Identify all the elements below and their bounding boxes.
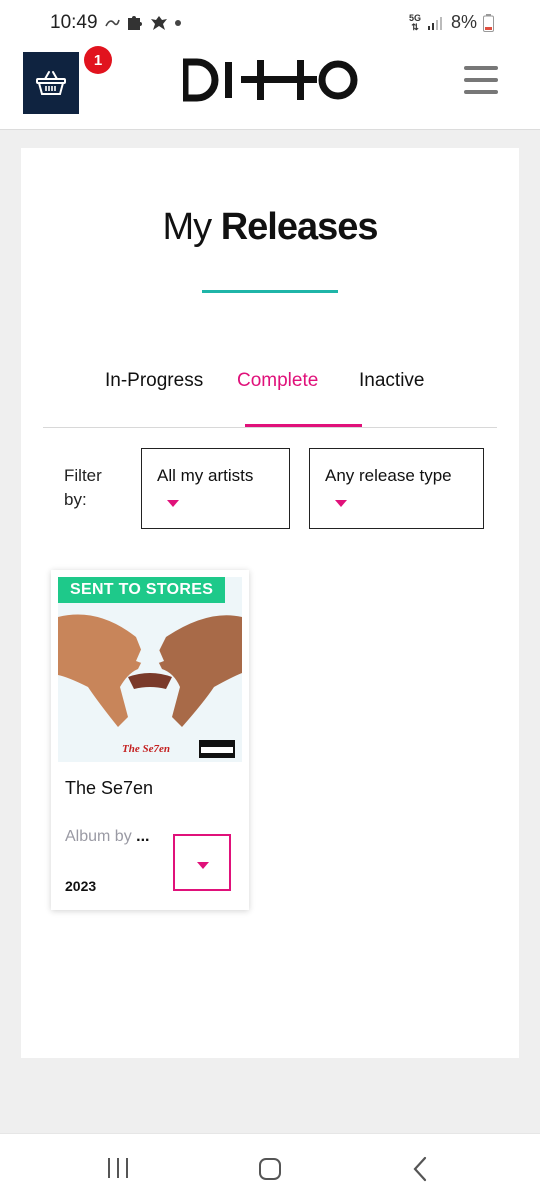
- svg-text:The Se7en: The Se7en: [122, 743, 170, 755]
- title-light: My: [162, 206, 212, 248]
- album-artwork: The Se7en: [58, 577, 242, 762]
- recent-line-icon: [117, 1158, 119, 1178]
- release-options-button[interactable]: [173, 834, 231, 891]
- album-art-image: The Se7en: [58, 577, 242, 762]
- cart-button[interactable]: 1: [23, 46, 112, 114]
- home-button[interactable]: [259, 1158, 281, 1180]
- menu-line-icon: [464, 78, 498, 82]
- recent-line-icon: [108, 1158, 110, 1178]
- artist-filter-value: All my artists: [157, 466, 254, 485]
- cart-count-badge: 1: [84, 46, 112, 74]
- basket-icon: [36, 71, 66, 95]
- caret-down-icon: [167, 500, 179, 507]
- release-title: The Se7en: [65, 778, 154, 798]
- ditto-logo[interactable]: [183, 58, 359, 102]
- caret-down-icon: [197, 862, 209, 869]
- status-right: 5G ⇅ 8%: [409, 12, 494, 33]
- tab-inactive[interactable]: Inactive: [359, 370, 424, 392]
- network-5g-icon: 5G ⇅: [408, 12, 421, 32]
- release-type-filter-select[interactable]: Any release type: [309, 448, 484, 529]
- release-artist-line: Album by ...: [65, 828, 150, 846]
- release-year: 2023: [65, 878, 97, 894]
- recent-line-icon: [126, 1158, 128, 1178]
- notification-icons: [104, 14, 182, 32]
- artist-filter-select[interactable]: All my artists: [141, 448, 290, 529]
- battery-icon: [483, 13, 494, 32]
- release-type-label: Album by: [65, 828, 132, 845]
- active-tab-indicator: [245, 424, 362, 427]
- app-header: 1: [0, 44, 540, 130]
- tab-in-progress[interactable]: In-Progress: [105, 370, 203, 392]
- status-time: 10:49: [50, 12, 98, 33]
- puzzle-icon: [128, 16, 142, 30]
- releases-card: My Releases In-Progress Complete Inactiv…: [21, 148, 519, 1058]
- eagle-icon: [151, 16, 167, 30]
- status-bar: 10:49 5G ⇅ 8%: [0, 0, 540, 44]
- release-tabs: In-Progress Complete Inactive: [43, 348, 497, 428]
- link-icon: [105, 19, 120, 27]
- recent-apps-button[interactable]: [108, 1158, 128, 1178]
- caret-down-icon: [335, 500, 347, 507]
- filter-label: Filter by:: [64, 466, 102, 509]
- signal-icon: [427, 16, 442, 30]
- back-button[interactable]: [412, 1156, 428, 1182]
- release-card[interactable]: The Se7en SENT TO STORES The Se7en Album…: [51, 570, 249, 910]
- title-bold: Releases: [220, 206, 379, 248]
- dot-icon: [175, 20, 181, 26]
- tab-complete[interactable]: Complete: [237, 370, 318, 392]
- hamburger-menu-button[interactable]: [464, 66, 498, 94]
- release-artist: ...: [136, 828, 150, 845]
- menu-line-icon: [464, 90, 498, 94]
- menu-line-icon: [464, 66, 498, 70]
- page-title: My Releases: [21, 206, 519, 249]
- title-divider: [202, 290, 338, 293]
- status-badge: SENT TO STORES: [58, 577, 226, 603]
- release-type-filter-value: Any release type: [325, 466, 452, 485]
- battery-percent: 8%: [450, 12, 477, 32]
- system-nav-bar: [0, 1133, 540, 1200]
